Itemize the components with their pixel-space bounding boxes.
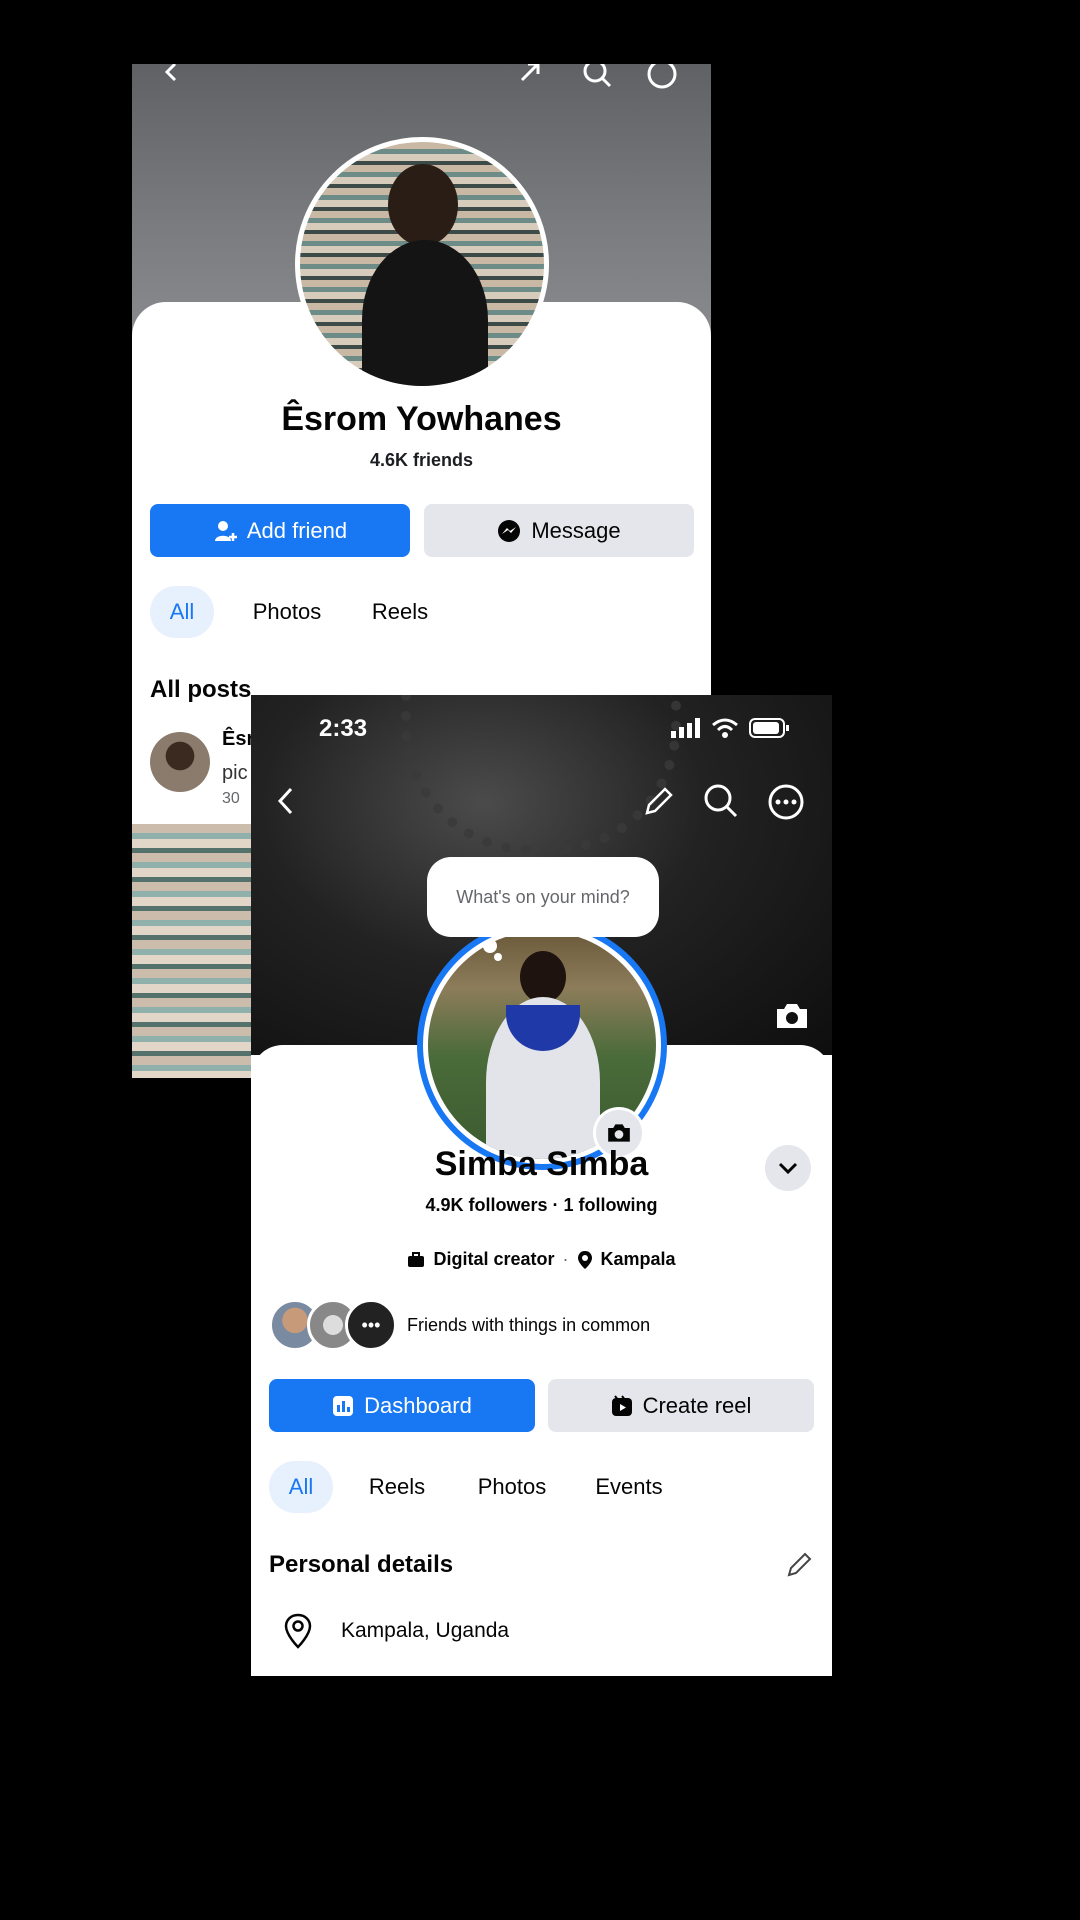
meta-separator: ·	[562, 1249, 569, 1269]
location-pin-icon	[577, 1250, 592, 1269]
create-reel-button[interactable]: Create reel	[548, 1379, 814, 1432]
wifi-icon	[712, 718, 738, 738]
profile-picture[interactable]	[295, 137, 549, 391]
reel-icon	[611, 1394, 632, 1416]
tab-all[interactable]: All	[150, 586, 214, 638]
battery-icon	[749, 718, 789, 738]
tab-photos[interactable]: Photos	[232, 586, 342, 638]
signal-icon	[671, 718, 700, 738]
more-icon: •••	[345, 1299, 397, 1351]
search-icon[interactable]	[582, 64, 612, 88]
back-icon[interactable]	[273, 785, 301, 817]
messenger-icon	[498, 519, 521, 542]
dashboard-icon	[333, 1395, 354, 1416]
more-icon[interactable]	[646, 64, 678, 90]
share-icon[interactable]	[516, 64, 546, 88]
top-nav-bar	[132, 64, 711, 104]
status-composer-bubble[interactable]: What's on your mind?	[427, 857, 659, 937]
post-timestamp: 30	[222, 790, 240, 807]
profile-meta: Digital creator · Kampala	[251, 1249, 832, 1270]
location-full: Kampala, Uganda	[341, 1619, 510, 1642]
post-author-name[interactable]: Êsr	[222, 728, 254, 751]
tab-events[interactable]: Events	[579, 1461, 679, 1513]
add-friend-label: Add friend	[246, 517, 348, 543]
tab-reels[interactable]: Reels	[350, 586, 450, 638]
bubble-tail	[483, 939, 497, 953]
profile-switcher-button[interactable]	[765, 1145, 811, 1191]
add-friend-icon	[214, 520, 237, 541]
friend-count[interactable]: 4.6K friends	[132, 450, 711, 471]
bubble-tail	[494, 953, 502, 961]
tab-reels[interactable]: Reels	[351, 1461, 443, 1513]
location-label: Kampala	[600, 1249, 676, 1269]
add-friend-button[interactable]: Add friend	[150, 504, 410, 557]
more-icon[interactable]	[767, 783, 805, 821]
search-icon[interactable]	[703, 783, 739, 819]
mutual-friends-text: Friends with things in common	[407, 1314, 651, 1335]
personal-details-title: Personal details	[269, 1551, 454, 1578]
tab-all[interactable]: All	[269, 1461, 333, 1513]
location-pin-icon	[284, 1613, 312, 1649]
follower-stats[interactable]: 4.9K followers · 1 following	[251, 1195, 832, 1216]
camera-icon	[608, 1124, 630, 1142]
edit-pencil-icon[interactable]	[785, 1551, 813, 1579]
profile-name: Simba Simba	[434, 1145, 649, 1183]
chevron-down-icon	[778, 1162, 798, 1174]
section-title: All posts	[150, 676, 252, 703]
tab-photos[interactable]: Photos	[457, 1461, 567, 1513]
message-label: Message	[531, 517, 621, 543]
mutual-friends-row[interactable]: ••• Friends with things in common	[269, 1299, 809, 1351]
post-text: pic	[222, 762, 248, 784]
dashboard-label: Dashboard	[364, 1392, 472, 1418]
category-label: Digital creator	[433, 1249, 555, 1269]
edit-pencil-icon[interactable]	[641, 785, 675, 819]
profile-card-simba: 2:33 What's on your mind? Simba Simba 4.…	[251, 695, 832, 1676]
create-reel-label: Create reel	[642, 1392, 752, 1418]
briefcase-icon	[408, 1251, 425, 1267]
camera-icon	[777, 1004, 807, 1028]
post-author-avatar[interactable]	[150, 732, 210, 792]
back-icon[interactable]	[160, 64, 184, 84]
profile-name: Êsrom Yowhanes	[281, 400, 562, 438]
edit-cover-photo-button[interactable]	[769, 993, 815, 1039]
dashboard-button[interactable]: Dashboard	[269, 1379, 535, 1432]
status-bar-icons	[671, 717, 791, 739]
status-bar-time: 2:33	[319, 715, 368, 742]
personal-detail-location[interactable]: Kampala, Uganda	[283, 1613, 509, 1649]
message-button[interactable]: Message	[424, 504, 694, 557]
